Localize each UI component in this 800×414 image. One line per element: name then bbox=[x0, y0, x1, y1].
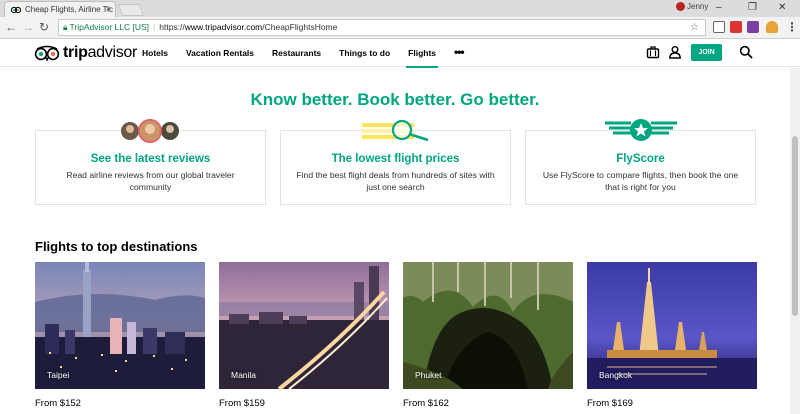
extension-orange-icon[interactable] bbox=[766, 21, 778, 33]
browser-tab[interactable]: Cheap Flights, Airline Tic × bbox=[4, 1, 116, 17]
extension-purple-icon[interactable] bbox=[747, 21, 759, 33]
feature-title: The lowest flight prices bbox=[331, 153, 460, 165]
feature-description: Find the best flight deals from hundreds… bbox=[296, 170, 495, 192]
address-bar[interactable]: 🔒︎ TripAdvisor LLC [US] | https://www.tripa… bbox=[58, 19, 706, 36]
destination-card-taipei[interactable]: Taipei bbox=[35, 262, 205, 389]
feature-description: Use FlyScore to compare flights, then bo… bbox=[542, 170, 739, 192]
new-tab-button[interactable] bbox=[117, 4, 145, 16]
join-button[interactable]: JOIN bbox=[691, 44, 722, 61]
destination-card-bangkok[interactable]: Bangkok bbox=[587, 262, 757, 389]
close-tab-icon[interactable]: × bbox=[106, 2, 111, 17]
search-icon[interactable] bbox=[739, 45, 753, 59]
owl-logo-icon bbox=[34, 45, 60, 61]
cast-extension-icon[interactable] bbox=[713, 21, 725, 33]
browser-tab-strip: Cheap Flights, Airline Tic × Jenny – ❐ ✕ bbox=[0, 0, 800, 17]
url-path: /CheapFlightsHome bbox=[262, 22, 338, 32]
nav-restaurants[interactable]: Restaurants bbox=[272, 39, 329, 67]
lock-icon: 🔒︎ bbox=[63, 22, 68, 32]
browser-menu-icon[interactable]: ⋮ bbox=[786, 20, 798, 34]
hero-tagline: Know better. Book better. Go better. bbox=[250, 90, 540, 109]
main-nav: Hotels Vacation Rentals Restaurants Thin… bbox=[142, 39, 482, 68]
page-content: Know better. Book better. Go better. See… bbox=[0, 68, 790, 414]
url-scheme: https:// bbox=[159, 22, 185, 32]
nav-more-button[interactable]: ••• bbox=[454, 39, 472, 67]
certificate-org: TripAdvisor LLC [US] bbox=[69, 22, 150, 32]
forward-arrow-icon[interactable]: → bbox=[22, 20, 34, 35]
destination-price: From $169 bbox=[587, 398, 633, 409]
feature-title: See the latest reviews bbox=[90, 153, 211, 165]
address-separator: | bbox=[153, 22, 156, 32]
flyscore-star-wings-icon bbox=[605, 119, 677, 141]
browser-toolbar: ← → ↻ 🔒︎ TripAdvisor LLC [US] | https://www… bbox=[0, 17, 800, 39]
trips-suitcase-icon[interactable] bbox=[646, 45, 660, 59]
destination-price: From $152 bbox=[35, 398, 81, 409]
price-magnifier-icon bbox=[362, 119, 429, 142]
profile-avatar-icon bbox=[676, 2, 685, 11]
browser-tab-title: Cheap Flights, Airline Tic bbox=[25, 5, 114, 14]
profile-name: Jenny bbox=[687, 2, 709, 11]
destination-card-manila[interactable]: Manila bbox=[219, 262, 389, 389]
nav-vacation-rentals[interactable]: Vacation Rentals bbox=[186, 39, 262, 67]
user-profile-icon[interactable] bbox=[668, 45, 682, 59]
destination-name: Phuket bbox=[415, 370, 442, 380]
url-host: www.tripadvisor.com bbox=[184, 22, 263, 32]
nav-things-to-do[interactable]: Things to do bbox=[339, 39, 398, 67]
destination-name: Manila bbox=[231, 370, 257, 380]
reviewer-avatars-icon bbox=[121, 119, 179, 143]
maximize-window-icon[interactable]: ❐ bbox=[748, 0, 757, 15]
minimize-window-icon[interactable]: – bbox=[716, 0, 722, 15]
reload-icon[interactable]: ↻ bbox=[39, 20, 49, 35]
tripadvisor-favicon-icon bbox=[11, 6, 21, 14]
chrome-profile-button[interactable]: Jenny bbox=[676, 2, 708, 11]
logo-wordmark-bold: trip bbox=[63, 44, 88, 61]
destination-name: Bangkok bbox=[599, 370, 633, 380]
destination-card-phuket[interactable]: Phuket bbox=[403, 262, 573, 389]
destination-price: From $159 bbox=[219, 398, 265, 409]
destination-name: Taipei bbox=[47, 370, 70, 380]
close-window-icon[interactable]: ✕ bbox=[778, 0, 786, 15]
destinations-heading: Flights to top destinations bbox=[35, 239, 198, 254]
back-arrow-icon[interactable]: ← bbox=[5, 20, 17, 35]
site-header: tripadvisor Hotels Vacation Rentals Rest… bbox=[0, 39, 800, 68]
logo-wordmark: tripadvisor bbox=[63, 44, 137, 62]
destination-price: From $162 bbox=[403, 398, 449, 409]
feature-title: FlyScore bbox=[616, 153, 665, 165]
feature-description: Read airline reviews from our global tra… bbox=[66, 170, 235, 192]
nav-flights[interactable]: Flights bbox=[406, 39, 444, 68]
bookmark-star-icon[interactable]: ☆ bbox=[690, 20, 699, 35]
extension-red-icon[interactable] bbox=[730, 21, 742, 33]
nav-hotels[interactable]: Hotels bbox=[142, 39, 176, 67]
tripadvisor-logo[interactable]: tripadvisor bbox=[34, 43, 137, 63]
logo-wordmark-light: advisor bbox=[87, 44, 138, 61]
scrollbar-thumb[interactable] bbox=[792, 136, 798, 316]
